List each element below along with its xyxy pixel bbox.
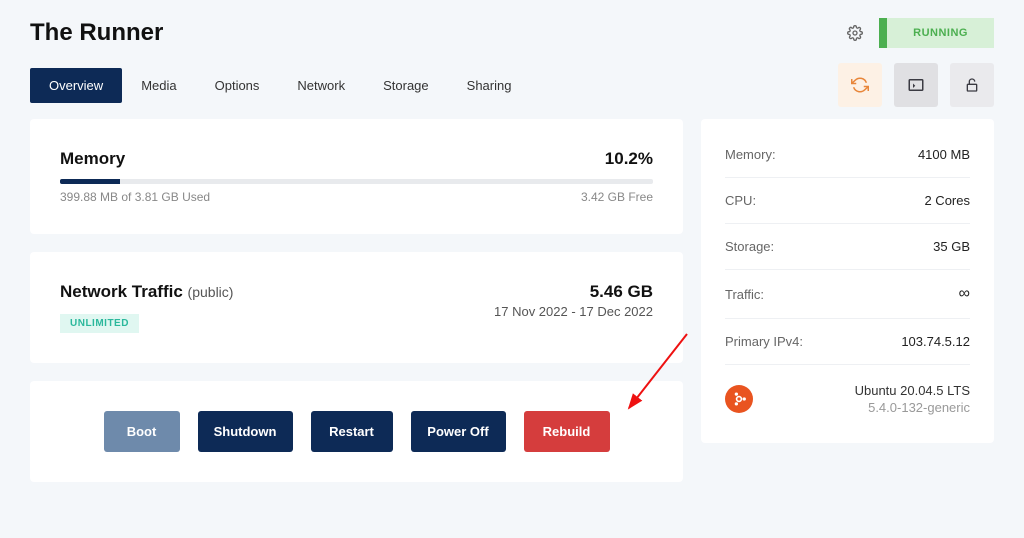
boot-button[interactable]: Boot bbox=[104, 411, 180, 452]
gear-icon[interactable] bbox=[847, 25, 863, 41]
poweroff-button[interactable]: Power Off bbox=[411, 411, 506, 452]
spec-memory-value: 4100 MB bbox=[918, 147, 970, 162]
status-badge: RUNNING bbox=[879, 18, 994, 48]
memory-card: Memory 10.2% 399.88 MB of 3.81 GB Used 3… bbox=[30, 119, 683, 234]
spec-storage-label: Storage: bbox=[725, 239, 774, 254]
spec-storage-value: 35 GB bbox=[933, 239, 970, 254]
os-kernel: 5.4.0-132-generic bbox=[767, 400, 970, 415]
tabs: Overview Media Options Network Storage S… bbox=[30, 68, 530, 103]
memory-bar bbox=[60, 179, 653, 184]
unlimited-badge: UNLIMITED bbox=[60, 314, 139, 333]
shutdown-button[interactable]: Shutdown bbox=[198, 411, 293, 452]
memory-percent: 10.2% bbox=[605, 149, 653, 169]
rebuild-button[interactable]: Rebuild bbox=[524, 411, 610, 452]
spec-traffic-value: ∞ bbox=[959, 285, 970, 303]
lock-icon[interactable] bbox=[950, 63, 994, 107]
memory-used: 399.88 MB of 3.81 GB Used bbox=[60, 190, 210, 204]
tab-overview[interactable]: Overview bbox=[30, 68, 122, 103]
actions-card: Boot Shutdown Restart Power Off Rebuild bbox=[30, 381, 683, 482]
memory-free: 3.42 GB Free bbox=[581, 190, 653, 204]
refresh-icon[interactable] bbox=[838, 63, 882, 107]
tab-options[interactable]: Options bbox=[196, 68, 279, 103]
memory-label: Memory bbox=[60, 149, 125, 169]
tab-network[interactable]: Network bbox=[278, 68, 364, 103]
spec-ipv4-value: 103.74.5.12 bbox=[901, 334, 970, 349]
tab-media[interactable]: Media bbox=[122, 68, 195, 103]
tab-sharing[interactable]: Sharing bbox=[448, 68, 531, 103]
traffic-dates: 17 Nov 2022 - 17 Dec 2022 bbox=[494, 304, 653, 319]
restart-button[interactable]: Restart bbox=[311, 411, 393, 452]
tab-storage[interactable]: Storage bbox=[364, 68, 448, 103]
spec-cpu-label: CPU: bbox=[725, 193, 756, 208]
specs-card: Memory: 4100 MB CPU: 2 Cores Storage: 35… bbox=[701, 119, 994, 443]
traffic-title: Network Traffic (public) bbox=[60, 282, 233, 302]
traffic-value: 5.46 GB bbox=[494, 282, 653, 302]
spec-traffic-label: Traffic: bbox=[725, 287, 764, 302]
os-name: Ubuntu 20.04.5 LTS bbox=[767, 383, 970, 398]
spec-memory-label: Memory: bbox=[725, 147, 776, 162]
spec-cpu-value: 2 Cores bbox=[924, 193, 970, 208]
page-title: The Runner bbox=[30, 19, 163, 47]
console-icon[interactable] bbox=[894, 63, 938, 107]
traffic-card: Network Traffic (public) UNLIMITED 5.46 … bbox=[30, 252, 683, 363]
ubuntu-icon bbox=[725, 385, 753, 413]
spec-ipv4-label: Primary IPv4: bbox=[725, 334, 803, 349]
